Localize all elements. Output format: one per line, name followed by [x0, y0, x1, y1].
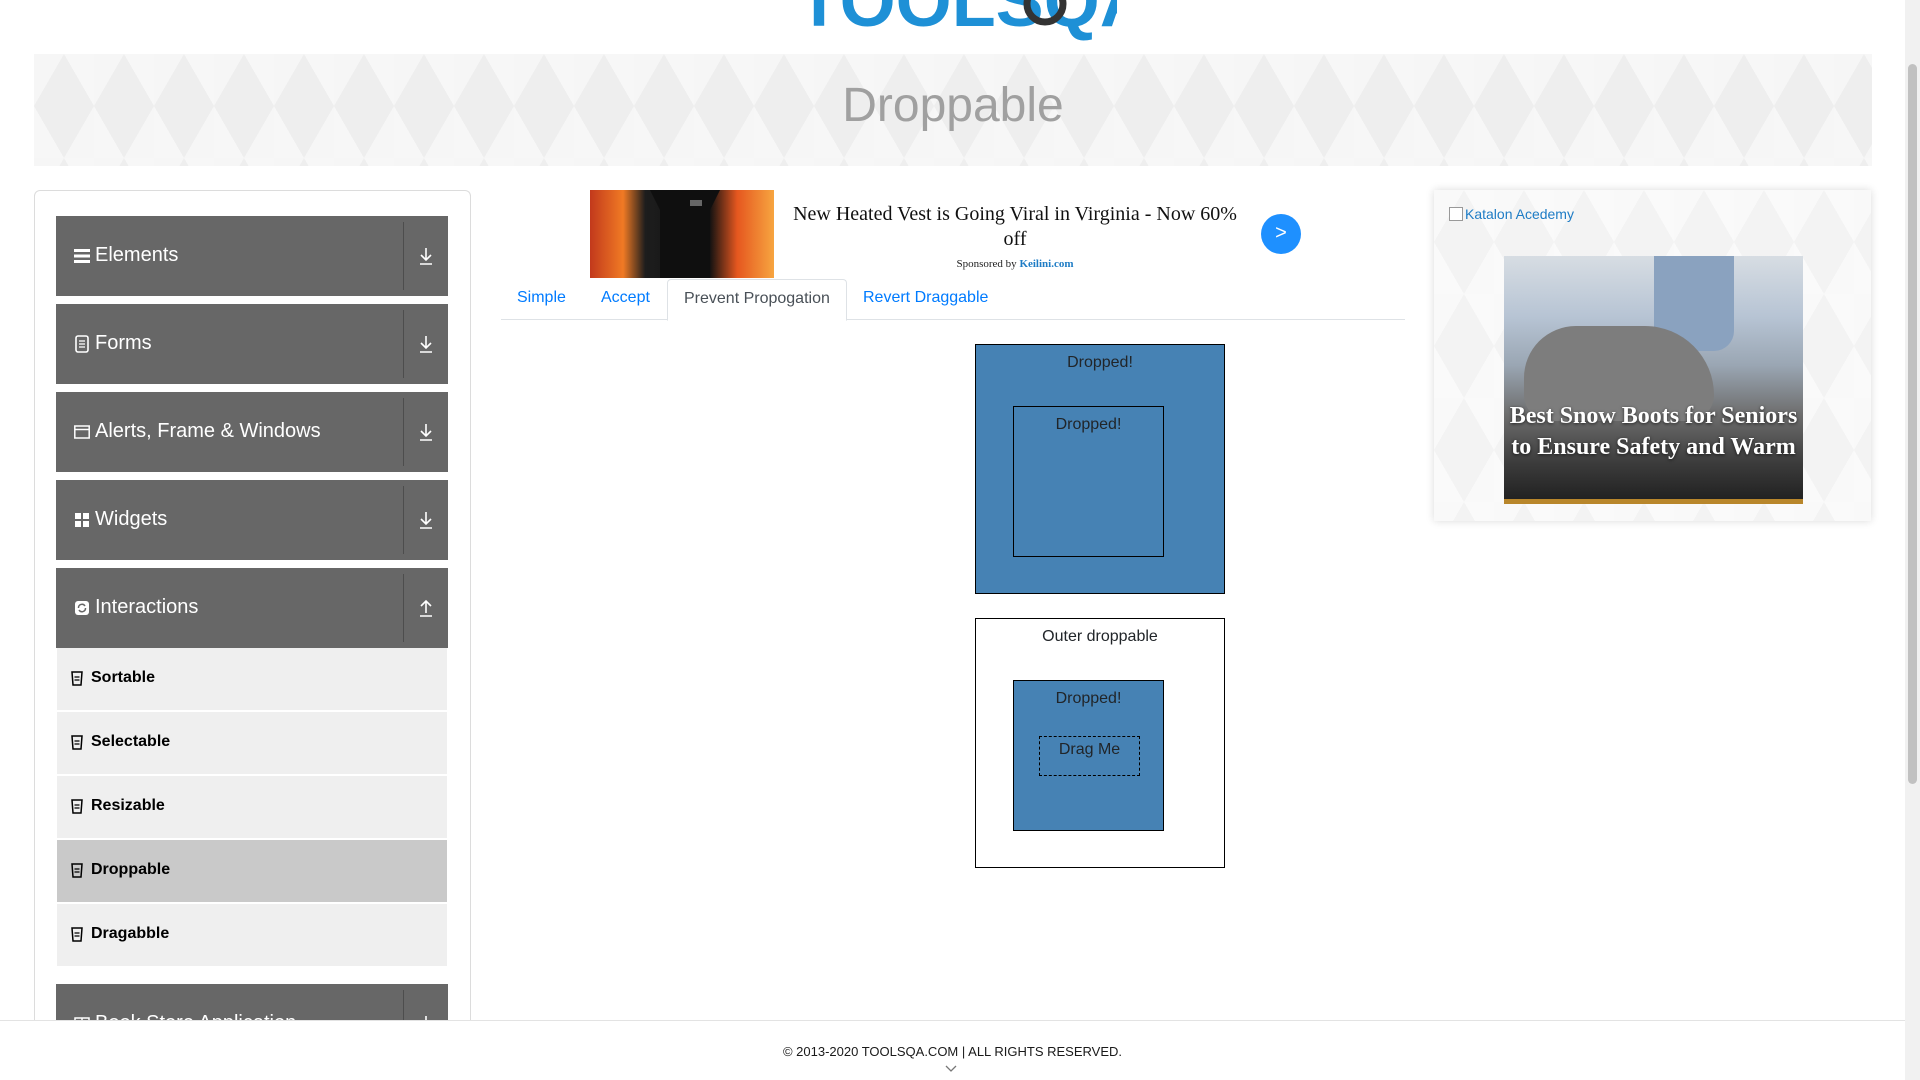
sidebar-group-label: Alerts, Frame & Windows [95, 420, 321, 442]
divider [403, 222, 404, 290]
item-icon [71, 927, 83, 942]
sidebar-group-label: Elements [95, 244, 179, 266]
divider [403, 574, 404, 642]
katalon-link[interactable]: Katalon Acedemy [1449, 206, 1574, 222]
item-icon [71, 735, 83, 750]
snow-boots-caption: Best Snow Boots for Seniors to Ensure Sa… [1509, 403, 1798, 460]
sidebar-item-label: Sortable [91, 669, 156, 686]
item-icon [71, 863, 83, 878]
download-arrow-icon [420, 424, 432, 441]
droppable-text: Dropped! [1055, 416, 1122, 433]
snow-boots-photo[interactable]: Best Snow Boots for Seniors to Ensure Sa… [1504, 256, 1803, 504]
sidebar-item-dragabble[interactable]: Dragabble [57, 904, 447, 966]
window-icon [74, 425, 90, 439]
sidebar-item-label: Selectable [91, 733, 171, 750]
ad-sponsor[interactable]: Keilini.com [1019, 258, 1073, 270]
sidebar-group-elements[interactable]: Elements [56, 216, 448, 296]
document-icon [75, 335, 89, 353]
logo-text: TOOLSQA [797, 0, 1117, 42]
ad-headline[interactable]: New Heated Vest is Going Viral in Virgin… [790, 202, 1240, 252]
sidebar-item-selectable[interactable]: Selectable [57, 712, 447, 774]
sidebar-group-widgets[interactable]: Widgets [56, 480, 448, 560]
grid-icon [75, 513, 89, 527]
item-icon [71, 671, 83, 686]
sidebar-group-label: Forms [95, 332, 152, 354]
ad-body: New Heated Vest is Going Viral in Virgin… [790, 202, 1240, 270]
download-arrow-icon [420, 248, 432, 265]
katalon-ad[interactable]: Katalon Acedemy Best Snow Boots for Seni… [1434, 190, 1871, 521]
ad-go-button[interactable]: > [1261, 214, 1301, 254]
sidebar-item-sortable[interactable]: Sortable [57, 648, 447, 710]
katalon-alt-text: Katalon Acedemy [1465, 206, 1574, 222]
sponsored-prefix: Sponsored by [956, 258, 1017, 270]
sidebar-item-label: Resizable [91, 797, 165, 814]
tab-simple[interactable]: Simple [501, 279, 582, 320]
scrollbar-thumb[interactable] [1908, 64, 1917, 784]
hamburger-icon [74, 249, 90, 263]
page-banner: Droppable [34, 54, 1872, 166]
outer-droppable-greedy[interactable]: Dropped! Dropped! [975, 344, 1225, 594]
chevron-down-icon[interactable] [945, 1063, 957, 1073]
logo-graphic: TOOLSQA [797, 0, 1152, 42]
item-icon [71, 799, 83, 814]
sidebar: Elements Forms Alerts, Frame & Windows W… [34, 190, 471, 1030]
broken-image-icon [1449, 207, 1463, 221]
sidebar-group-label: Interactions [95, 596, 199, 618]
sidebar-item-resizable[interactable]: Resizable [57, 776, 447, 838]
upload-arrow-icon [420, 599, 432, 617]
divider [403, 310, 404, 378]
drag-me-box[interactable]: Drag Me [1039, 736, 1140, 776]
divider [403, 486, 404, 554]
sidebar-group-interactions[interactable]: Interactions [56, 568, 448, 648]
copyright-text: © 2013-2020 TOOLSQA.COM | ALL RIGHTS RES… [782, 1044, 1123, 1059]
page-title: Droppable [842, 79, 1064, 132]
download-arrow-icon [420, 336, 432, 353]
tab-prevent-propogation[interactable]: Prevent Propogation [667, 279, 847, 321]
tab-revert-draggable[interactable]: Revert Draggable [847, 279, 1004, 320]
droppable-text: Dropped! [1067, 354, 1133, 371]
heated-vest-image [650, 190, 720, 278]
divider [403, 398, 404, 466]
ad-image[interactable] [590, 190, 774, 278]
sidebar-item-label: Droppable [91, 861, 171, 878]
download-arrow-icon [420, 512, 432, 529]
outer-droppable[interactable]: Outer droppable Dropped! Drag Me [975, 618, 1225, 868]
page-scrollbar[interactable] [1905, 0, 1920, 1080]
inner-droppable-greedy[interactable]: Dropped! [1013, 406, 1164, 557]
sidebar-item-label: Dragabble [91, 925, 170, 942]
droppable-text: Outer droppable [1042, 628, 1158, 645]
inner-droppable[interactable]: Dropped! Drag Me [1013, 680, 1164, 831]
page-footer: © 2013-2020 TOOLSQA.COM | ALL RIGHTS RES… [0, 1020, 1905, 1080]
ad-sponsor-line: Sponsored by Keilini.com [790, 258, 1240, 270]
toolsqa-logo[interactable]: TOOLSQA [797, 0, 1152, 44]
refresh-icon [75, 601, 89, 615]
sidebar-group-alerts[interactable]: Alerts, Frame & Windows [56, 392, 448, 472]
tab-accept[interactable]: Accept [585, 279, 666, 320]
sidebar-group-label: Widgets [95, 508, 168, 530]
droppable-text: Dropped! [1055, 690, 1122, 707]
sidebar-item-droppable[interactable]: Droppable [57, 840, 447, 902]
droppable-tabs: Simple Accept Prevent Propogation Revert… [501, 279, 1405, 321]
sponsored-ad[interactable]: New Heated Vest is Going Viral in Virgin… [590, 190, 1405, 278]
sidebar-group-forms[interactable]: Forms [56, 304, 448, 384]
site-header: TOOLSQA [0, 0, 1905, 54]
